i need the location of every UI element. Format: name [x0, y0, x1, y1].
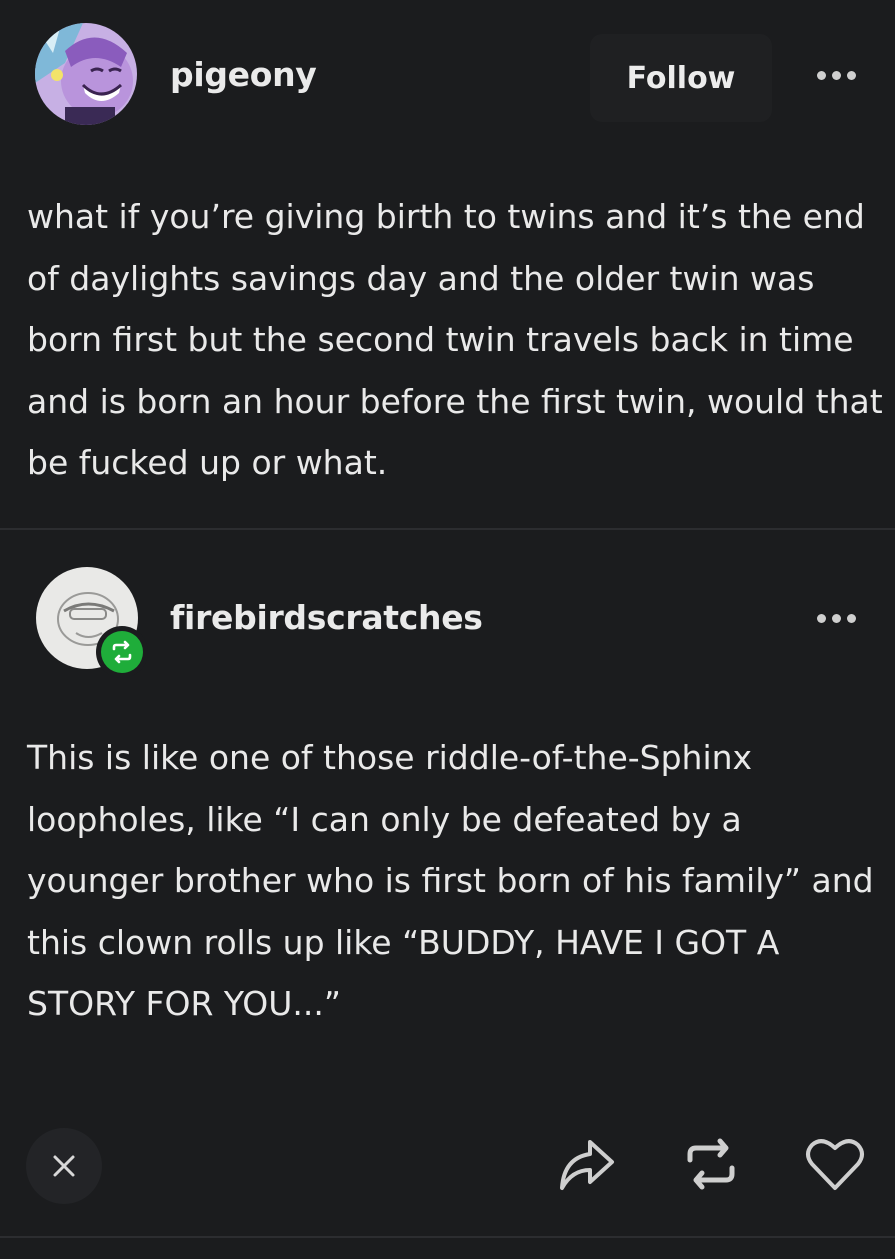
avatar[interactable]: [35, 23, 137, 125]
close-button[interactable]: [26, 1128, 102, 1204]
reblog-badge: [96, 626, 148, 678]
original-post-text: what if you’re giving birth to twins and…: [27, 197, 883, 482]
username[interactable]: pigeony: [170, 55, 317, 94]
original-post-header: pigeony Follow: [0, 0, 895, 150]
share-button[interactable]: [556, 1136, 618, 1196]
reblogger-username[interactable]: firebirdscratches: [170, 598, 483, 637]
like-button[interactable]: [804, 1136, 866, 1196]
reblog-text: This is like one of those riddle-of-the-…: [27, 738, 874, 1023]
more-dot: [832, 71, 841, 80]
more-dot: [817, 71, 826, 80]
reblog-badge-icon: [101, 631, 143, 673]
more-dot: [832, 614, 841, 623]
close-icon: [53, 1155, 75, 1177]
reblog-button[interactable]: [680, 1136, 742, 1196]
divider: [0, 1236, 895, 1238]
follow-button[interactable]: Follow: [590, 34, 772, 122]
divider: [0, 528, 895, 530]
more-dot: [847, 71, 856, 80]
heart-icon: [806, 1139, 864, 1190]
more-dot: [817, 614, 826, 623]
share-icon: [560, 1140, 614, 1190]
reblog-icon: [687, 1138, 735, 1190]
more-options-icon[interactable]: [817, 71, 856, 80]
more-options-icon[interactable]: [817, 614, 856, 623]
more-dot: [847, 614, 856, 623]
avatar-image: [35, 23, 137, 125]
